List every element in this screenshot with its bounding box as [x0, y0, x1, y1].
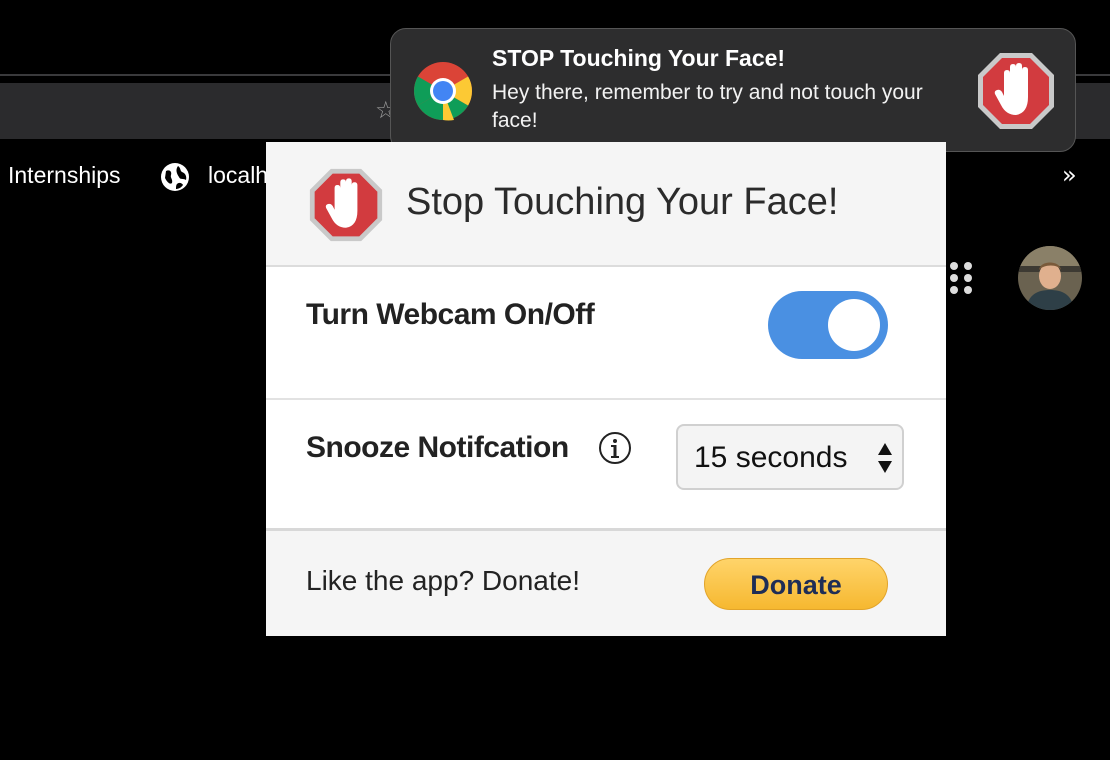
- select-arrows-icon: [878, 443, 892, 473]
- donate-button[interactable]: Donate: [704, 558, 888, 610]
- stop-hand-icon: [978, 53, 1054, 129]
- apps-grid-icon[interactable]: [946, 260, 976, 300]
- snooze-label: Snooze Notifcation: [306, 431, 569, 464]
- webcam-toggle[interactable]: [768, 291, 888, 359]
- popup-header: Stop Touching Your Face!: [266, 142, 946, 267]
- toggle-knob: [828, 299, 880, 351]
- popup-title: Stop Touching Your Face!: [406, 181, 839, 223]
- snooze-row: Snooze Notifcation 15 seconds: [266, 400, 946, 531]
- donate-prompt: Like the app? Donate!: [306, 565, 580, 596]
- snooze-selected-value: 15 seconds: [694, 441, 848, 474]
- chrome-icon: [414, 62, 472, 121]
- screen: ☆ Internships localh » STOP Touching You…: [0, 0, 1110, 760]
- extension-popup: Stop Touching Your Face! Turn Webcam On/…: [266, 142, 946, 636]
- globe-icon: [161, 163, 189, 191]
- notification-body: Hey there, remember to try and not touch…: [492, 81, 923, 132]
- popup-footer: Like the app? Donate! Donate: [266, 531, 946, 636]
- bookmark-localhost[interactable]: localh: [208, 160, 266, 190]
- avatar[interactable]: [1018, 246, 1082, 310]
- donate-button-label: Donate: [750, 570, 842, 600]
- webcam-toggle-label: Turn Webcam On/Off: [306, 298, 595, 331]
- webcam-row: Turn Webcam On/Off: [266, 267, 946, 400]
- stop-hand-icon: [309, 168, 383, 242]
- snooze-duration-select[interactable]: 15 seconds: [676, 424, 904, 490]
- notification-toast[interactable]: STOP Touching Your Face! Hey there, reme…: [390, 28, 1076, 152]
- bookmark-internships[interactable]: Internships: [8, 160, 121, 190]
- more-bookmarks-icon[interactable]: »: [1062, 160, 1077, 190]
- info-icon[interactable]: [598, 431, 632, 465]
- notification-title: STOP Touching Your Face!: [492, 45, 786, 71]
